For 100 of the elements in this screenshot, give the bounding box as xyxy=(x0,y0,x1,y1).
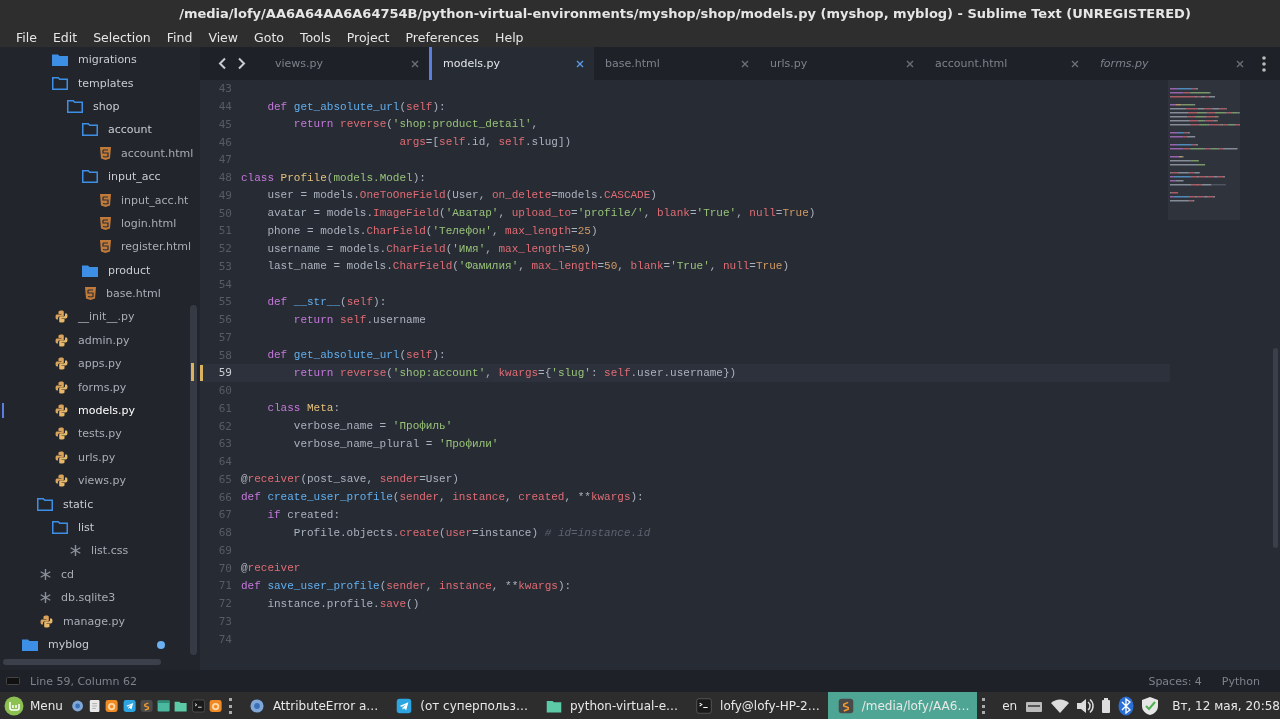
clock[interactable]: Вт, 12 мая, 20:58 xyxy=(1172,698,1280,713)
html-file-icon xyxy=(100,216,111,230)
file-tab[interactable]: forms.py xyxy=(1089,47,1254,80)
menu-item[interactable]: Tools xyxy=(291,29,339,45)
menu-item[interactable]: Project xyxy=(338,29,398,45)
close-icon[interactable] xyxy=(576,59,584,68)
code-line: class Meta: xyxy=(266,402,341,415)
folder-name[interactable]: product xyxy=(108,263,151,277)
sidebar-entry[interactable]: db.sqlite3 xyxy=(61,591,116,605)
sidebar-entry[interactable]: __init__.py xyxy=(78,310,135,324)
folder-name[interactable]: account xyxy=(108,123,152,137)
folder-name[interactable]: templates xyxy=(78,76,134,90)
file-tab[interactable]: account.html xyxy=(924,47,1089,80)
menu-item[interactable]: View xyxy=(200,29,247,45)
start-menu-button[interactable]: Menu xyxy=(4,695,69,716)
forward-icon[interactable] xyxy=(237,57,246,70)
file-tab[interactable]: base.html xyxy=(594,47,759,80)
sidebar-entry[interactable]: login.html xyxy=(121,216,177,230)
folder-icon[interactable] xyxy=(52,76,68,90)
folder-icon[interactable] xyxy=(82,263,98,277)
code-line: username = models.CharField('Имя', max_length=50) xyxy=(266,242,591,255)
code-line: class Profile(models.Model): xyxy=(241,171,426,184)
taskbar-window[interactable]: AttributeError a… xyxy=(238,692,387,719)
code-line: user = models.OneToOneField(User, on_delete=models.CASCADE) xyxy=(266,189,657,202)
html-file-icon xyxy=(100,240,111,254)
sidebar-entry[interactable]: tests.py xyxy=(78,427,122,441)
bluetooth-icon[interactable] xyxy=(1118,695,1135,716)
close-icon[interactable] xyxy=(411,59,419,68)
menu-item[interactable]: Preferences xyxy=(397,29,488,45)
sidebar-entry[interactable]: models.py xyxy=(78,404,135,418)
folder-icon[interactable] xyxy=(22,637,38,651)
file-tab[interactable]: models.py xyxy=(429,47,594,80)
code-line: verbose_name = 'Профиль' xyxy=(292,420,453,433)
scrollbar[interactable] xyxy=(190,305,197,655)
sidebar-entry[interactable]: cd xyxy=(61,567,75,581)
close-icon[interactable] xyxy=(1236,59,1244,68)
scrollbar[interactable] xyxy=(3,659,161,665)
folder-name[interactable]: static xyxy=(63,497,94,511)
sidebar-entry[interactable]: list.css xyxy=(91,544,129,558)
folder-icon[interactable] xyxy=(82,123,98,137)
taskbar-window[interactable]: python-virtual-e… xyxy=(535,692,687,719)
code-line: phone = models.CharField('Телефон', max_length=25) xyxy=(266,224,598,237)
folder-name[interactable]: migrations xyxy=(78,53,137,67)
minimap-drawing[interactable] xyxy=(1168,80,1240,220)
wifi-icon[interactable] xyxy=(1051,698,1070,713)
sidebar-entry[interactable]: manage.py xyxy=(63,614,125,628)
folder-icon[interactable] xyxy=(37,497,53,511)
python-icon xyxy=(55,474,68,488)
code-line: verbose_name_plural = 'Профили' xyxy=(292,437,499,450)
volume-icon[interactable] xyxy=(1076,697,1095,714)
close-icon[interactable] xyxy=(906,59,914,68)
more-icon[interactable] xyxy=(1262,55,1266,72)
asterisk-icon xyxy=(40,568,51,580)
folder-icon[interactable] xyxy=(52,53,68,67)
back-icon[interactable] xyxy=(218,57,227,70)
menu-item[interactable]: Edit xyxy=(44,29,86,45)
sidebar-entry[interactable]: views.py xyxy=(78,474,127,488)
sidebar-entry[interactable]: apps.py xyxy=(78,357,122,371)
sidebar-entry[interactable]: forms.py xyxy=(78,380,127,394)
folder-name[interactable]: input_acc xyxy=(108,170,161,184)
file-tab[interactable]: urls.py xyxy=(759,47,924,80)
taskbar-window[interactable]: (от суперпольз… xyxy=(386,692,536,719)
code-line: def create_user_profile(sender, instance, created, **kwargs): xyxy=(241,491,644,504)
code-line: return reverse('shop:account', kwargs={'slug': self.user.username}) xyxy=(292,366,737,379)
file-tab[interactable]: views.py xyxy=(264,47,429,80)
close-icon[interactable] xyxy=(741,59,749,68)
taskbar-window[interactable]: lofy@lofy-HP-2… xyxy=(686,692,828,719)
html-file-icon xyxy=(85,287,96,301)
menu-item[interactable]: File xyxy=(8,29,45,45)
python-icon xyxy=(55,333,68,347)
battery-icon[interactable] xyxy=(1101,697,1112,714)
code-line: args=[self.id, self.slug]) xyxy=(398,136,572,149)
browser-icon xyxy=(248,697,265,714)
python-icon xyxy=(55,450,68,464)
folder-icon[interactable] xyxy=(67,99,83,113)
menu-item[interactable]: Goto xyxy=(246,29,292,45)
sidebar-entry[interactable]: base.html xyxy=(106,287,161,301)
menu-item[interactable]: Find xyxy=(158,29,201,45)
folder-name[interactable]: myblog xyxy=(48,637,89,651)
sidebar-entry[interactable]: urls.py xyxy=(78,450,116,464)
folder-icon[interactable] xyxy=(52,521,68,534)
syntax-setting[interactable]: Python xyxy=(1221,674,1260,688)
menu-item[interactable]: Selection xyxy=(85,29,159,45)
code-line: instance.profile.save() xyxy=(266,597,420,610)
sidebar-entry[interactable]: input_acc.ht xyxy=(121,193,189,207)
folder-name[interactable]: list xyxy=(78,521,95,534)
code-line: @receiver(post_save, sender=User) xyxy=(241,473,459,486)
terminal-icon xyxy=(696,697,713,714)
close-icon[interactable] xyxy=(1071,59,1079,68)
indentation-setting[interactable]: Spaces: 4 xyxy=(1148,674,1202,688)
menu-item[interactable]: Help xyxy=(487,29,532,45)
keyboard-layout[interactable]: en xyxy=(1002,698,1018,713)
sidebar-entry[interactable]: register.html xyxy=(121,240,191,254)
line-number: 59 xyxy=(217,366,232,380)
sidebar-entry[interactable]: admin.py xyxy=(78,333,130,347)
sidebar-entry[interactable]: account.html xyxy=(121,146,194,160)
editor-icon xyxy=(837,697,854,714)
folder-name[interactable]: shop xyxy=(93,99,120,113)
folder-icon[interactable] xyxy=(82,170,98,184)
shield-icon[interactable] xyxy=(1141,695,1160,716)
